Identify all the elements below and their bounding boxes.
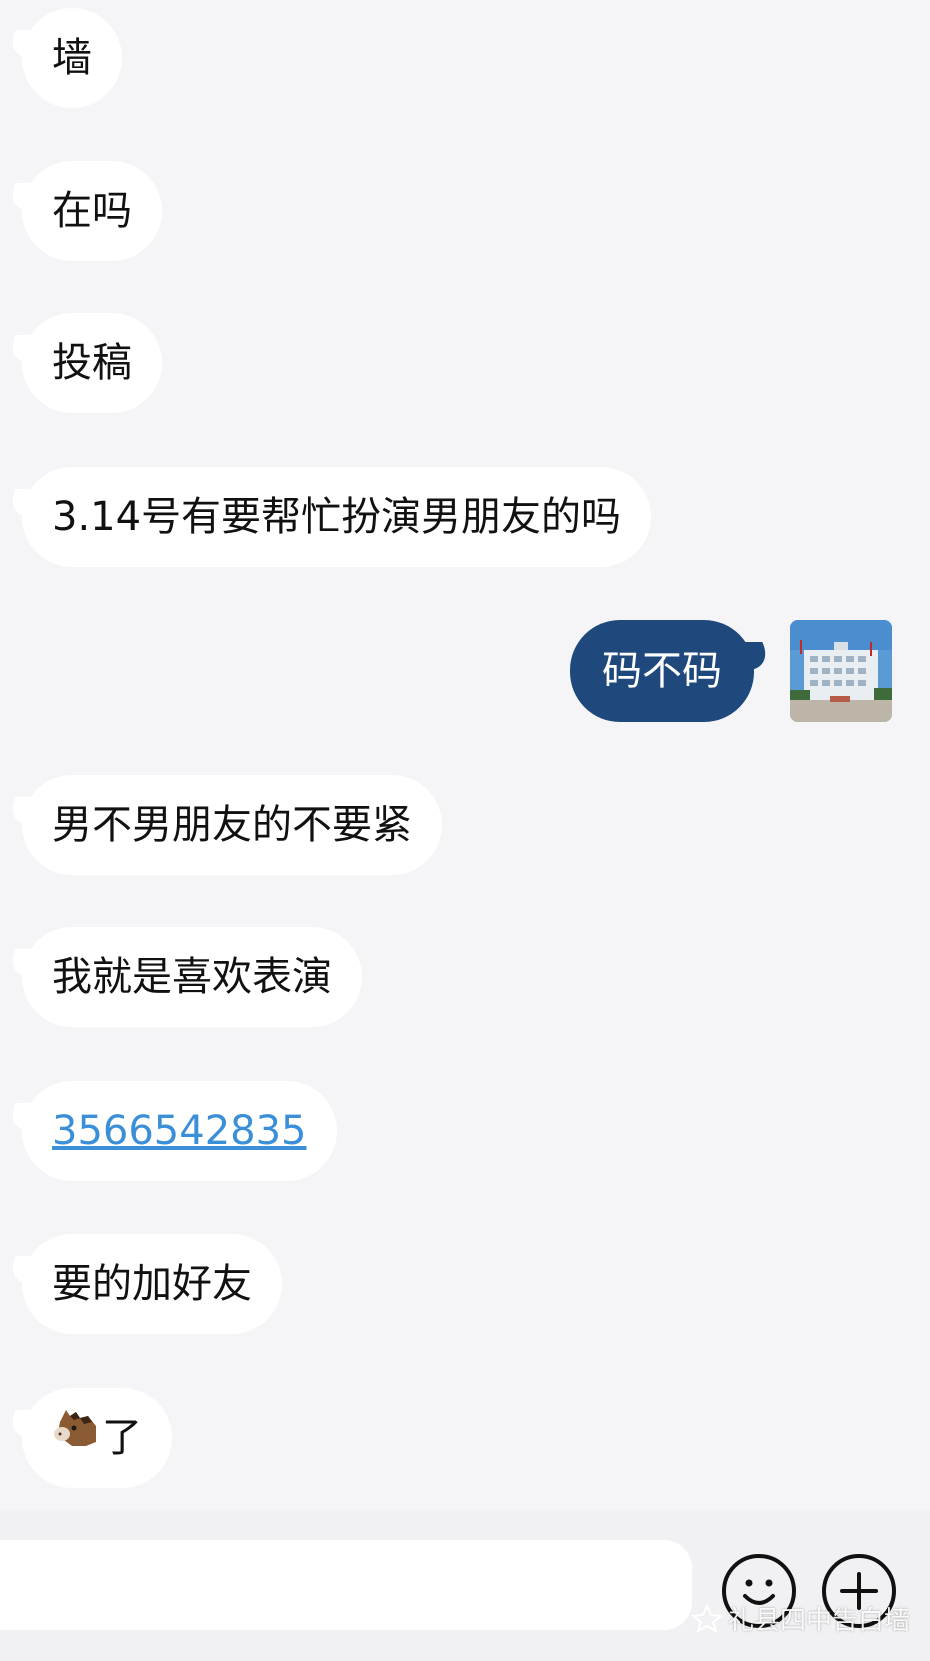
- horse-emoji-icon: [52, 1387, 100, 1487]
- message-bubble-outgoing[interactable]: 码不码: [570, 620, 754, 722]
- building-photo-icon: [790, 620, 892, 722]
- message-text: 投稿: [52, 340, 132, 386]
- input-bar: 礼县四中告白墙: [0, 1510, 930, 1661]
- message-text: 男不男朋友的不要紧: [52, 802, 412, 848]
- chat-message-list[interactable]: 墙 在吗 投稿 3.14号有要帮忙扮演男朋友的吗 码不码 男不男朋友的不要紧 我…: [0, 0, 930, 1510]
- message-input[interactable]: [0, 1540, 692, 1630]
- phone-number-link[interactable]: 3566542835: [52, 1108, 307, 1154]
- message-bubble-incoming[interactable]: 男不男朋友的不要紧: [22, 775, 442, 875]
- message-bubble-incoming[interactable]: 3.14号有要帮忙扮演男朋友的吗: [22, 467, 652, 567]
- plus-icon: [840, 1572, 878, 1610]
- app-logo-icon: [690, 1603, 724, 1639]
- message-bubble-incoming[interactable]: 3566542835: [22, 1081, 337, 1181]
- smile-icon: [743, 1579, 775, 1605]
- message-text: 3.14号有要帮忙扮演男朋友的吗: [52, 494, 622, 540]
- message-text: 了: [102, 1415, 142, 1461]
- message-bubble-incoming[interactable]: 在吗: [22, 161, 162, 261]
- message-bubble-incoming[interactable]: 要的加好友: [22, 1234, 282, 1334]
- emoji-button[interactable]: [722, 1554, 796, 1628]
- message-bubble-incoming[interactable]: 我就是喜欢表演: [22, 927, 362, 1027]
- message-bubble-incoming[interactable]: 墙: [22, 8, 122, 108]
- message-text: 码不码: [602, 648, 722, 694]
- message-text: 墙: [52, 35, 92, 81]
- message-text: 要的加好友: [52, 1261, 252, 1307]
- add-button[interactable]: [822, 1554, 896, 1628]
- user-avatar[interactable]: [790, 620, 892, 722]
- message-bubble-incoming[interactable]: 了: [22, 1388, 172, 1488]
- message-text: 我就是喜欢表演: [52, 954, 332, 1000]
- message-text: 在吗: [52, 188, 132, 234]
- message-bubble-incoming[interactable]: 投稿: [22, 313, 162, 413]
